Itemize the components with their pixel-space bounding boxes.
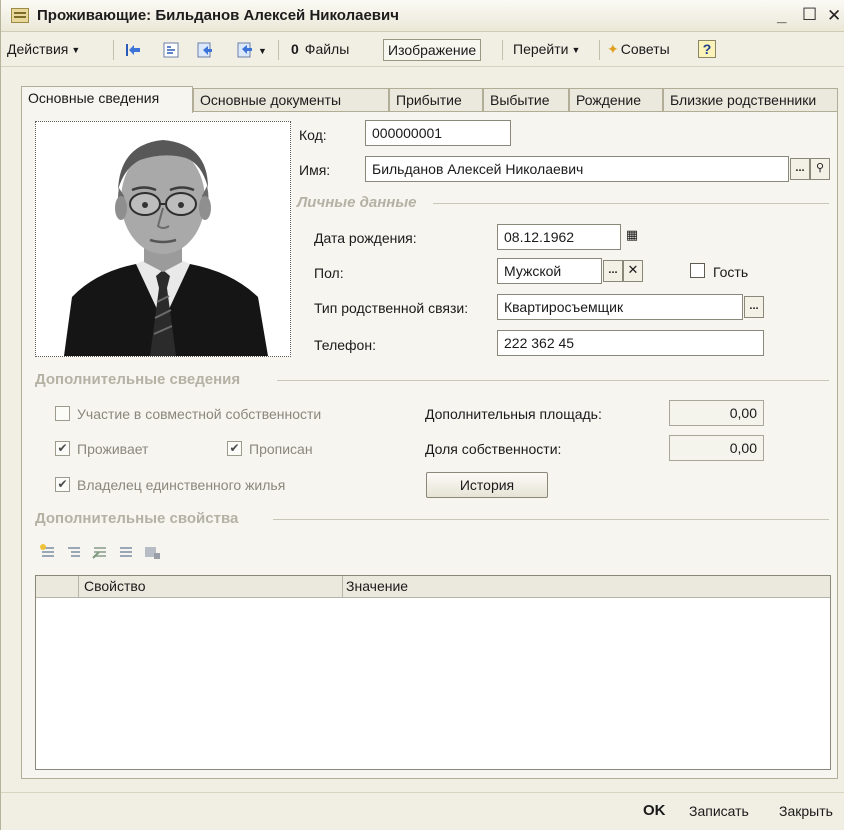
paperclip-icon: 0 <box>291 41 299 57</box>
ownership-share-field[interactable]: 0,00 <box>669 435 764 461</box>
extra-area-label: Дополнительныя площадь: <box>425 406 602 422</box>
help-button[interactable]: ? <box>698 39 716 61</box>
resident-photo[interactable] <box>35 121 291 357</box>
add-row-icon[interactable] <box>39 544 57 560</box>
files-label: Файлы <box>304 41 350 57</box>
ok-button[interactable]: OK <box>643 802 666 819</box>
additional-properties-section-title: Дополнительные свойства <box>35 510 239 527</box>
lives-label: Проживает <box>77 441 149 457</box>
birth-date-label: Дата рождения: <box>314 230 417 246</box>
calendar-icon[interactable]: ▦ <box>622 226 642 248</box>
code-field[interactable]: 000000001 <box>365 120 511 146</box>
dropdown-arrow-icon: ▼ <box>571 45 581 56</box>
lives-checkbox[interactable]: ✔ <box>55 441 70 456</box>
name-field[interactable]: Бильданов Алексей Николаевич <box>365 156 789 182</box>
ownership-share-label: Доля собственности: <box>425 441 562 457</box>
relation-type-label: Тип родственной связи: <box>314 300 469 316</box>
move-left-icon[interactable] <box>125 42 141 58</box>
registered-label: Прописан <box>249 441 313 457</box>
sole-owner-label: Владелец единственного жилья <box>77 477 286 493</box>
guest-label: Гость <box>713 264 749 280</box>
copy-row-icon[interactable] <box>91 544 109 560</box>
personal-data-section-title: Личные данные <box>297 194 417 211</box>
joint-ownership-checkbox[interactable] <box>55 406 70 421</box>
code-label: Код: <box>299 127 327 143</box>
name-label: Имя: <box>299 162 331 178</box>
close-window-button[interactable]: ✕ <box>827 6 841 26</box>
title-bar: Проживающие: Бильданов Алексей Николаеви… <box>1 0 844 32</box>
minimize-button[interactable]: _ <box>777 6 786 26</box>
tips-button[interactable]: ✦ Советы <box>607 39 670 61</box>
tab-main-documents[interactable]: Основные документы <box>193 88 389 112</box>
guest-checkbox[interactable] <box>690 263 705 278</box>
enter-on-basis-dropdown-icon[interactable]: ▼ <box>255 40 267 62</box>
actions-menu[interactable]: Действия ▼ <box>7 39 80 61</box>
maximize-button[interactable]: ☐ <box>802 5 817 25</box>
goto-menu[interactable]: Перейти ▼ <box>513 39 580 61</box>
toolbar-separator <box>113 40 114 60</box>
dropdown-arrow-icon: ▼ <box>71 45 81 56</box>
files-button[interactable]: 0 Файлы <box>291 39 349 61</box>
structure-icon[interactable] <box>163 42 179 58</box>
tab-birth[interactable]: Рождение <box>569 88 663 112</box>
toolbar-separator <box>502 40 503 60</box>
close-button[interactable]: Закрыть <box>779 803 833 819</box>
name-select-button[interactable]: ... <box>790 158 810 180</box>
joint-ownership-label: Участие в совместной собственности <box>77 406 322 422</box>
help-icon: ? <box>698 40 716 58</box>
toolbar: Действия ▼ ▼ 0 Файлы Изображение Перейти ▼ … <box>1 33 844 67</box>
delete-row-icon[interactable] <box>143 544 161 560</box>
resident-window: Проживающие: Бильданов Алексей Николаеви… <box>0 0 844 830</box>
column-divider <box>78 576 79 597</box>
tab-main-info[interactable]: Основные сведения <box>21 86 193 113</box>
section-divider <box>273 519 829 520</box>
go-to-icon[interactable] <box>197 42 213 58</box>
section-divider <box>433 203 829 204</box>
tab-departure[interactable]: Выбытие <box>483 88 569 112</box>
actions-label: Действия <box>7 41 69 57</box>
tab-close-relatives[interactable]: Близкие родственники <box>663 88 838 112</box>
registered-checkbox[interactable]: ✔ <box>227 441 242 456</box>
tips-label: Советы <box>620 41 670 57</box>
form-footer: OK Записать Закрыть <box>1 792 844 830</box>
toolbar-separator <box>278 40 279 60</box>
phone-label: Телефон: <box>314 337 376 353</box>
enter-on-basis-icon[interactable] <box>237 42 253 58</box>
image-button[interactable]: Изображение <box>383 39 482 61</box>
column-header-property[interactable]: Свойство <box>84 578 145 594</box>
goto-label: Перейти <box>513 41 569 57</box>
toolbar-separator <box>599 40 600 60</box>
extra-area-field[interactable]: 0,00 <box>669 400 764 426</box>
person-portrait-icon <box>36 122 290 356</box>
gender-field[interactable]: Мужской <box>497 258 602 284</box>
properties-table-header: Свойство Значение <box>36 576 830 598</box>
window-title: Проживающие: Бильданов Алексей Николаеви… <box>37 7 399 24</box>
catalog-icon <box>11 8 29 23</box>
birth-date-field[interactable]: 08.12.1962 <box>497 224 621 250</box>
properties-table[interactable]: Свойство Значение <box>35 575 831 770</box>
additional-info-section-title: Дополнительные сведения <box>35 371 241 388</box>
phone-field[interactable]: 222 362 45 <box>497 330 764 356</box>
lightbulb-icon: ✦ <box>607 41 619 57</box>
name-search-icon[interactable]: ⚲ <box>810 158 830 180</box>
gender-label: Пол: <box>314 265 344 281</box>
add-child-row-icon[interactable] <box>65 544 83 560</box>
gender-clear-icon[interactable]: ✕ <box>623 260 643 282</box>
gender-select-button[interactable]: ... <box>603 260 623 282</box>
sole-owner-checkbox[interactable]: ✔ <box>55 477 70 492</box>
history-button[interactable]: История <box>426 472 548 498</box>
save-button[interactable]: Записать <box>689 803 749 819</box>
relation-type-field[interactable]: Квартиросъемщик <box>497 294 743 320</box>
tab-arrival[interactable]: Прибытие <box>389 88 483 112</box>
relation-type-select-button[interactable]: ... <box>744 296 764 318</box>
edit-row-icon[interactable] <box>117 544 135 560</box>
section-divider <box>277 380 829 381</box>
column-divider <box>342 576 343 597</box>
column-header-value[interactable]: Значение <box>346 578 408 594</box>
